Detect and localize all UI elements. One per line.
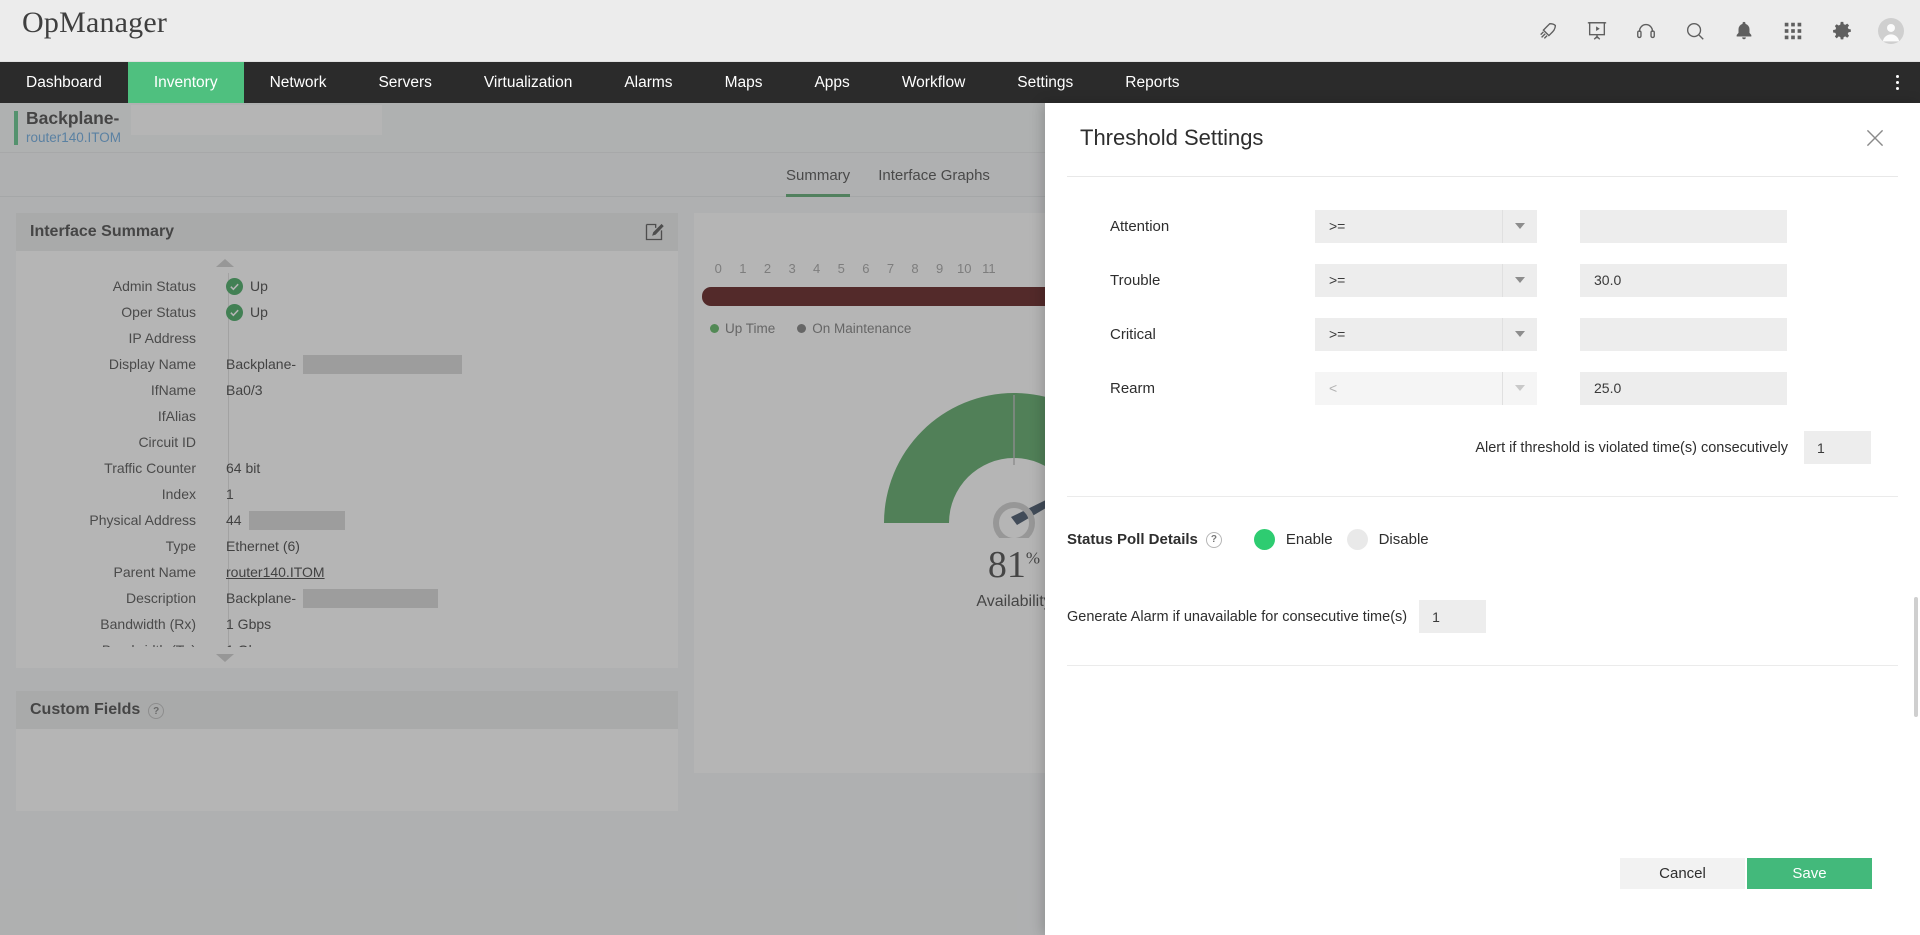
footer-buttons: Cancel Save	[1045, 858, 1885, 889]
nav-item-virtualization[interactable]: Virtualization	[458, 62, 598, 103]
nav-item-network[interactable]: Network	[244, 62, 353, 103]
nav-item-workflow[interactable]: Workflow	[876, 62, 991, 103]
help-icon[interactable]: ?	[1206, 532, 1222, 548]
threshold-label: Trouble	[1110, 272, 1315, 289]
section-divider-1	[1067, 496, 1898, 497]
rocket-icon[interactable]	[1535, 18, 1561, 44]
radio-label-enable: Enable	[1286, 531, 1333, 548]
radio-disable[interactable]: Disable	[1347, 529, 1429, 550]
nav-item-dashboard[interactable]: Dashboard	[0, 62, 128, 103]
threshold-settings-panel: Threshold Settings Attention >= Trouble >= 3…	[1045, 103, 1920, 935]
operator-value: >=	[1329, 218, 1345, 234]
radio-enable[interactable]: Enable	[1254, 529, 1333, 550]
threshold-rows: Attention >= Trouble >= 30.0 Critical >= Rearm <…	[1045, 199, 1920, 415]
save-button[interactable]: Save	[1747, 858, 1872, 889]
threshold-row-rearm: Rearm <25.0	[1045, 361, 1920, 415]
threshold-row-trouble: Trouble >= 30.0	[1045, 253, 1920, 307]
nav-item-maps[interactable]: Maps	[699, 62, 789, 103]
app-root: OpManager	[0, 0, 1920, 935]
operator-value: >=	[1329, 326, 1345, 342]
threshold-value-input-trouble[interactable]: 30.0	[1580, 264, 1787, 297]
bell-icon[interactable]	[1731, 18, 1757, 44]
status-poll-row: Status Poll Details? Enable Disable	[1045, 529, 1920, 550]
gear-icon[interactable]	[1829, 18, 1855, 44]
grid-apps-icon[interactable]	[1780, 18, 1806, 44]
threshold-row-attention: Attention >=	[1045, 199, 1920, 253]
generate-alarm-label: Generate Alarm if unavailable for consec…	[1067, 609, 1407, 625]
nav-item-servers[interactable]: Servers	[352, 62, 457, 103]
radio-dot-enable	[1254, 529, 1275, 550]
headset-icon[interactable]	[1633, 18, 1659, 44]
presentation-icon[interactable]	[1584, 18, 1610, 44]
cancel-button[interactable]: Cancel	[1620, 858, 1745, 889]
modal-title: Threshold Settings	[1080, 125, 1263, 151]
brand-bar: OpManager	[0, 0, 1920, 62]
threshold-value-input-attention[interactable]	[1580, 210, 1787, 243]
threshold-row-critical: Critical >=	[1045, 307, 1920, 361]
nav-item-settings[interactable]: Settings	[991, 62, 1099, 103]
chevron-down-icon	[1502, 372, 1537, 405]
modal-footer: Cancel Save	[1045, 858, 1920, 935]
nav-item-apps[interactable]: Apps	[788, 62, 875, 103]
status-poll-options: Enable Disable	[1254, 529, 1429, 550]
operator-value: >=	[1329, 272, 1345, 288]
nav-item-reports[interactable]: Reports	[1099, 62, 1205, 103]
alert-consecutive-input[interactable]: 1	[1804, 431, 1871, 464]
chevron-down-icon	[1502, 318, 1537, 351]
avatar[interactable]	[1878, 18, 1904, 44]
alert-consecutive-label: Alert if threshold is violated time(s) c…	[1475, 440, 1788, 456]
chevron-down-icon	[1502, 264, 1537, 297]
threshold-label: Rearm	[1110, 380, 1315, 397]
operator-select-rearm: <	[1315, 372, 1537, 405]
modal-header: Threshold Settings	[1045, 103, 1920, 176]
radio-dot-disable	[1347, 529, 1368, 550]
generate-alarm-row: Generate Alarm if unavailable for consec…	[1045, 600, 1920, 633]
operator-select-critical[interactable]: >=	[1315, 318, 1537, 351]
close-icon[interactable]	[1862, 125, 1888, 151]
nav-overflow-menu-icon[interactable]	[1884, 62, 1910, 103]
header-icon-group	[1535, 0, 1904, 62]
threshold-label: Attention	[1110, 218, 1315, 235]
search-icon[interactable]	[1682, 18, 1708, 44]
operator-select-trouble[interactable]: >=	[1315, 264, 1537, 297]
operator-value: <	[1329, 380, 1337, 396]
nav-item-inventory[interactable]: Inventory	[128, 62, 244, 103]
operator-select-attention[interactable]: >=	[1315, 210, 1537, 243]
threshold-value-input-rearm[interactable]: 25.0	[1580, 372, 1787, 405]
section-divider-2	[1067, 665, 1898, 666]
generate-alarm-input[interactable]: 1	[1419, 600, 1486, 633]
status-poll-title: Status Poll Details?	[1067, 531, 1222, 548]
threshold-value-input-critical[interactable]	[1580, 318, 1787, 351]
main-nav: Dashboard Inventory Network Servers Virt…	[0, 62, 1920, 103]
radio-label-disable: Disable	[1379, 531, 1429, 548]
chevron-down-icon	[1502, 210, 1537, 243]
threshold-label: Critical	[1110, 326, 1315, 343]
app-logo: OpManager	[22, 6, 167, 40]
panel-scrollbar[interactable]	[1914, 597, 1918, 717]
alert-consecutive-row: Alert if threshold is violated time(s) c…	[1045, 431, 1920, 464]
nav-item-alarms[interactable]: Alarms	[598, 62, 698, 103]
modal-body: Attention >= Trouble >= 30.0 Critical >= Rearm <…	[1045, 177, 1920, 817]
